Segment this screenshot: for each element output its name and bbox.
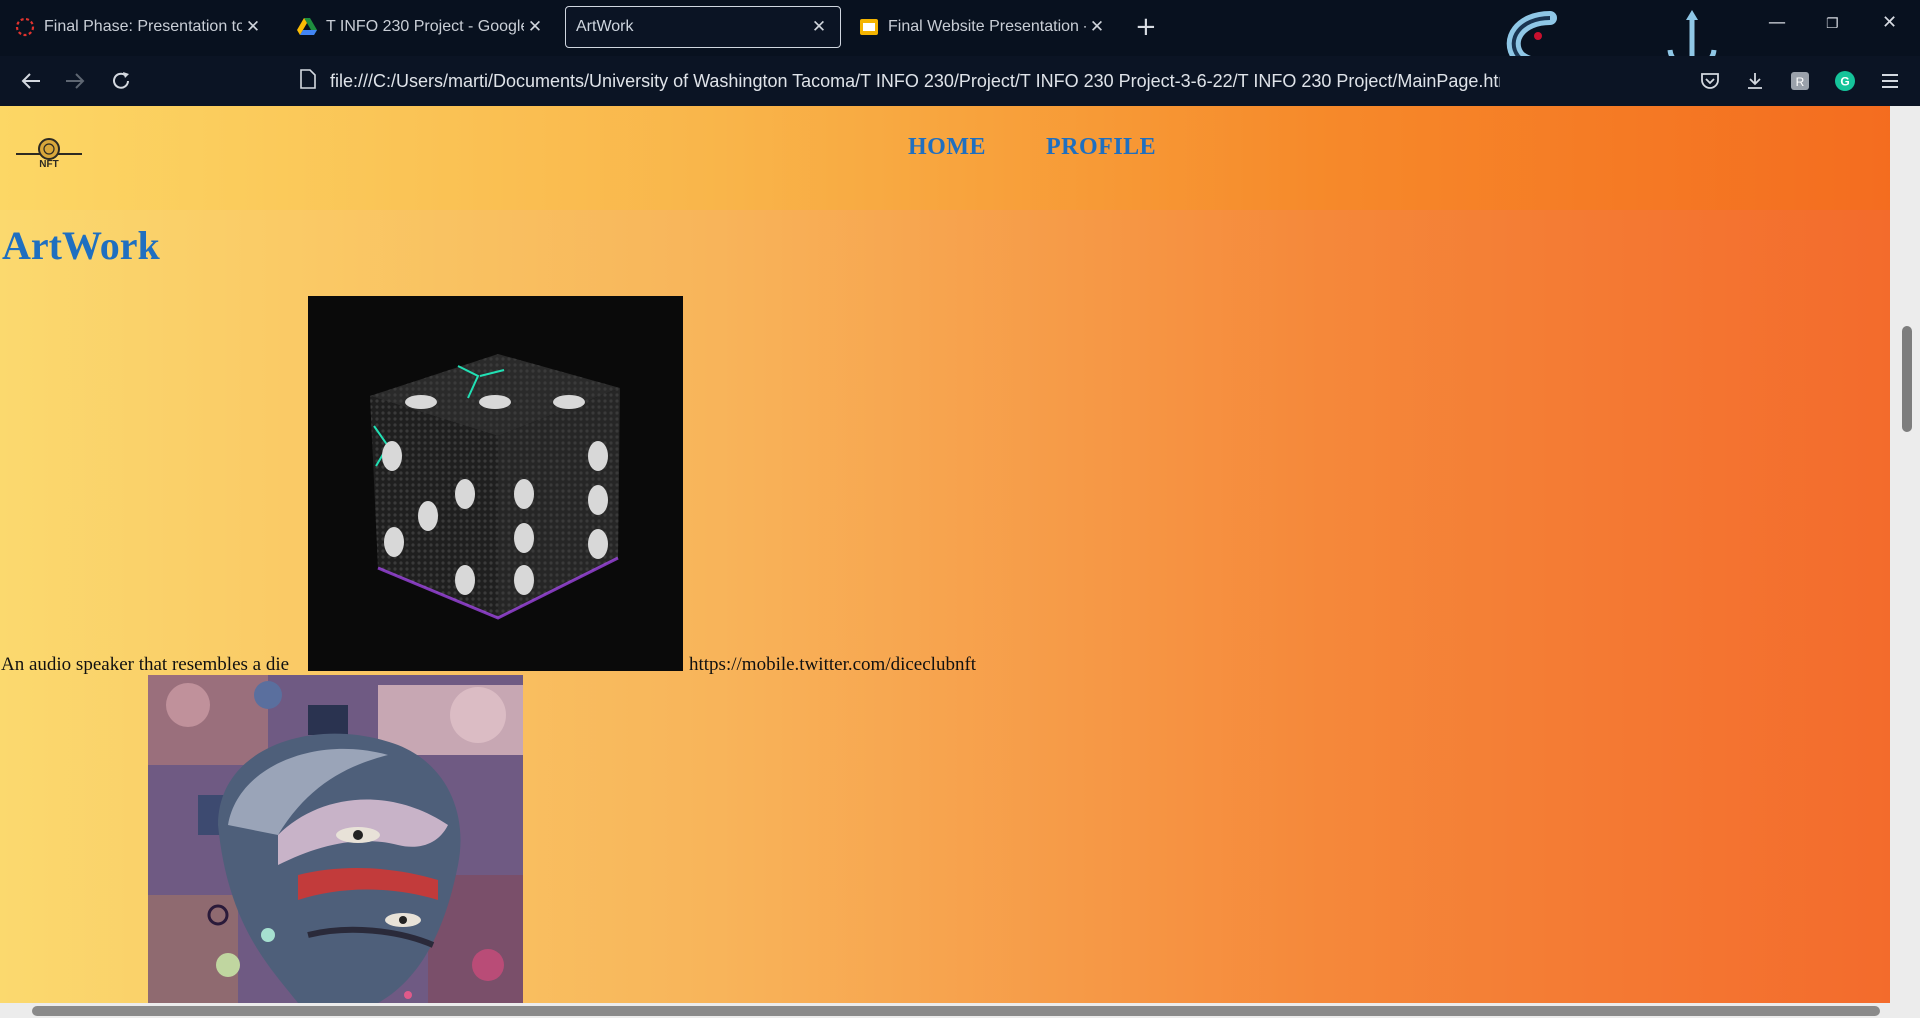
minimize-icon[interactable]: — (1768, 12, 1786, 33)
vertical-scroll-thumb[interactable] (1902, 326, 1912, 432)
close-icon[interactable]: ✕ (808, 17, 830, 37)
nft-logo[interactable]: NFT (16, 132, 82, 180)
pocket-icon[interactable] (1697, 68, 1723, 94)
tab-title: Final Website Presentation - Go (888, 18, 1086, 35)
url-field[interactable]: file:///C:/Users/marti/Documents/Univers… (300, 56, 1500, 106)
site-header: NFT HOME PROFILE (0, 106, 1900, 210)
page-icon (300, 68, 316, 94)
artwork-caption: An audio speaker that resembles a die (1, 654, 290, 675)
address-bar-row: file:///C:/Users/marti/Documents/Univers… (0, 56, 1920, 106)
tab-title: Final Phase: Presentation to Cus (44, 18, 242, 35)
close-window-icon[interactable]: ✕ (1882, 12, 1897, 33)
close-icon[interactable]: ✕ (1086, 17, 1108, 37)
tab-final-website[interactable]: Final Website Presentation - Go ✕ (848, 6, 1118, 48)
google-slides-icon (858, 16, 880, 38)
tab-final-phase[interactable]: Final Phase: Presentation to Cus ✕ (4, 6, 274, 48)
download-icon[interactable] (1742, 68, 1768, 94)
site-nav: HOME PROFILE (908, 134, 1156, 161)
cyber-face-art-image (148, 675, 523, 1003)
grammarly-icon[interactable]: G (1832, 68, 1858, 94)
svg-text:R: R (1796, 75, 1805, 89)
dice-speaker-image (308, 296, 683, 671)
tab-title: T INFO 230 Project - Google Dr (326, 18, 524, 35)
vertical-scrollbar[interactable] (1890, 106, 1920, 1003)
loading-ring-icon (14, 16, 36, 38)
horizontal-scroll-thumb[interactable] (32, 1006, 1880, 1016)
new-tab-button[interactable]: + (1135, 12, 1157, 42)
tab-title: ArtWork (576, 18, 634, 35)
forward-icon[interactable] (60, 66, 90, 96)
restore-icon[interactable]: ❐ (1826, 16, 1839, 32)
back-icon[interactable] (16, 66, 46, 96)
google-drive-icon (296, 16, 318, 38)
artwork-link[interactable]: https://mobile.twitter.com/diceclubnft (689, 654, 976, 676)
nav-profile-link[interactable]: PROFILE (1046, 134, 1156, 161)
close-icon[interactable]: ✕ (242, 17, 264, 37)
menu-icon[interactable] (1877, 68, 1903, 94)
tab-artwork[interactable]: ArtWork ✕ (565, 6, 841, 48)
tab-bar: Final Phase: Presentation to Cus ✕ T INF… (0, 0, 1920, 105)
logo-text: NFT (39, 159, 58, 170)
tab-google-drive[interactable]: T INFO 230 Project - Google Dr ✕ (286, 6, 556, 48)
nav-home-link[interactable]: HOME (908, 134, 986, 161)
close-icon[interactable]: ✕ (524, 17, 546, 37)
page-title: ArtWork (2, 223, 160, 268)
reload-icon[interactable] (106, 66, 136, 96)
page-viewport: NFT HOME PROFILE ArtWork An audio speake… (0, 106, 1920, 1018)
svg-text:G: G (1840, 75, 1849, 89)
extension-icon[interactable]: R (1787, 68, 1813, 94)
url-text: file:///C:/Users/marti/Documents/Univers… (330, 70, 1500, 91)
